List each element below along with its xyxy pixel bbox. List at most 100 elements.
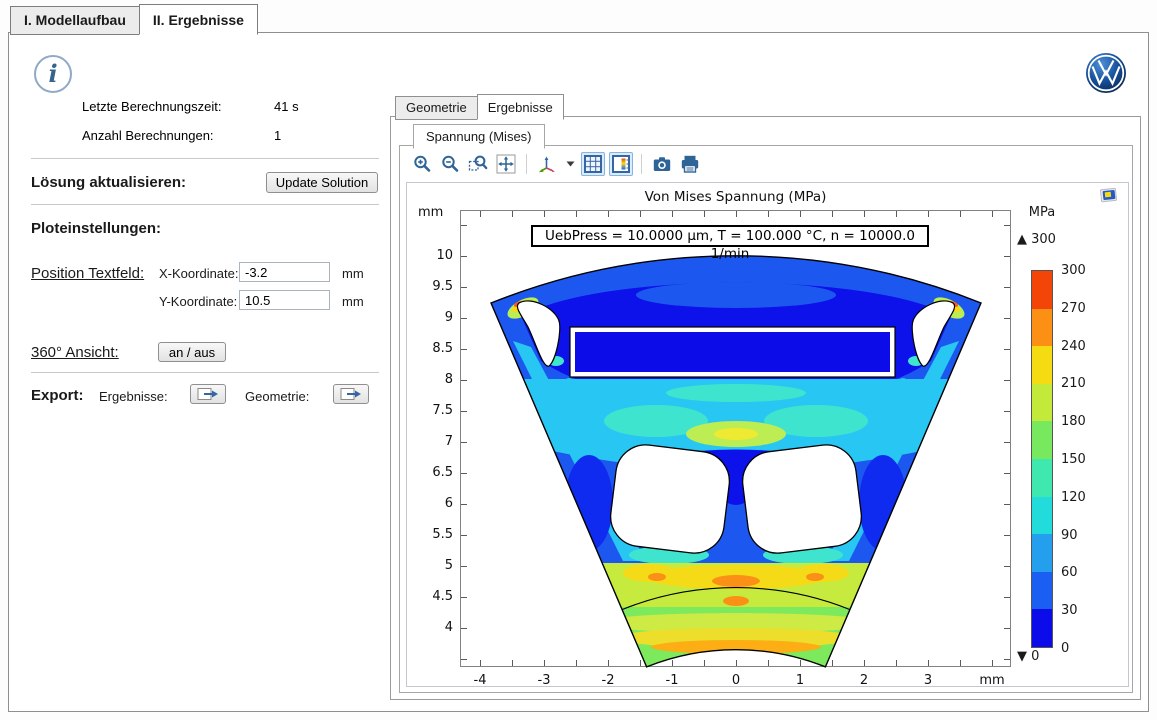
y-tick	[1004, 411, 1010, 412]
grid-toggle-button[interactable]	[581, 152, 605, 176]
x-tick	[736, 660, 737, 666]
view-orientation-button[interactable]	[535, 152, 559, 176]
update-solution-heading: Lösung aktualisieren:	[31, 174, 186, 191]
x-tick	[640, 660, 641, 666]
x-tick-label: -3	[524, 673, 564, 688]
x-tick	[960, 211, 961, 217]
vw-logo	[1084, 51, 1128, 95]
x-tick	[576, 660, 577, 666]
x-tick-label: -1	[652, 673, 692, 688]
grid-toggle-icon	[583, 154, 603, 174]
parameter-annotation: UebPress = 10.0000 μm, T = 100.000 °C, n…	[531, 225, 929, 247]
export-icon	[340, 387, 362, 401]
graphics-canvas[interactable]: Von Mises Spannung (MPa)	[406, 182, 1129, 687]
tab-geometrie[interactable]: Geometrie	[395, 96, 477, 120]
graphics-toolbar	[410, 151, 702, 177]
y-tick	[461, 504, 467, 505]
y-tick-label: 7.5	[409, 403, 453, 418]
update-solution-button[interactable]: Update Solution	[266, 172, 378, 193]
print-button[interactable]	[678, 152, 702, 176]
plot-title: Von Mises Spannung (MPa)	[460, 189, 1011, 205]
x-tick	[928, 660, 929, 666]
y-tick	[461, 318, 467, 319]
zoom-extents-button[interactable]	[494, 152, 518, 176]
separator	[31, 158, 379, 159]
y-tick	[461, 566, 467, 567]
y-coordinate-input[interactable]	[239, 290, 330, 310]
y-tick	[461, 628, 467, 629]
zoom-in-button[interactable]	[410, 152, 434, 176]
plot-window-icon[interactable]	[1100, 186, 1118, 204]
colorbar-gradient	[1031, 270, 1053, 648]
x-tick	[608, 660, 609, 666]
x-tick-label: 2	[844, 673, 884, 688]
x-tick	[864, 211, 865, 217]
y-tick	[1004, 597, 1010, 598]
plot-area[interactable]: UebPress = 10.0000 μm, T = 100.000 °C, n…	[460, 210, 1011, 667]
tab-spannung-mises[interactable]: Spannung (Mises)	[413, 124, 545, 149]
x-tick	[672, 660, 673, 666]
camera-icon	[652, 154, 672, 174]
x-tick	[832, 660, 833, 666]
snapshot-button[interactable]	[650, 152, 674, 176]
colorbar-tick-label: 270	[1061, 301, 1086, 316]
last-computation-label: Letzte Berechnungszeit:	[82, 99, 221, 114]
x-tick	[512, 660, 513, 666]
view-360-toggle-button[interactable]: an / aus	[158, 342, 226, 362]
toolbar-separator	[526, 154, 527, 174]
y-tick	[461, 659, 467, 660]
x-tick	[704, 211, 705, 217]
view-360-label: 360° Ansicht:	[31, 344, 119, 361]
export-geometry-button[interactable]	[333, 384, 369, 404]
y-tick-label: 6.5	[409, 465, 453, 480]
y-tick-label: 9	[409, 310, 453, 325]
x-tick	[576, 211, 577, 217]
y-tick	[461, 535, 467, 536]
last-computation-value: 41 s	[274, 99, 299, 114]
zoom-out-button[interactable]	[438, 152, 462, 176]
y-tick	[461, 256, 467, 257]
export-results-label: Ergebnisse:	[99, 389, 168, 404]
x-tick	[992, 660, 993, 666]
separator	[31, 372, 379, 373]
dropdown-caret-icon	[566, 161, 575, 167]
legend-toggle-button[interactable]	[609, 152, 633, 176]
export-results-button[interactable]	[190, 384, 226, 404]
colorbar-tick-label: 30	[1061, 603, 1078, 618]
x-tick	[640, 211, 641, 217]
y-tick	[461, 442, 467, 443]
x-tick-label: 3	[908, 673, 948, 688]
colorbar-tick-label: 240	[1061, 339, 1086, 354]
view-orientation-dropdown[interactable]	[563, 152, 577, 176]
y-tick-label: 6	[409, 496, 453, 511]
colorbar-tick-label: 300	[1061, 263, 1086, 278]
x-tick	[896, 660, 897, 666]
x-coordinate-unit: mm	[342, 266, 364, 281]
zoom-box-button[interactable]	[466, 152, 490, 176]
y-tick	[1004, 287, 1010, 288]
y-tick-label: 5	[409, 558, 453, 573]
tab-ergebnisse[interactable]: II. Ergebnisse	[139, 4, 258, 35]
y-coordinate-unit: mm	[342, 294, 364, 309]
colorbar-scale: 3002702402101801501209060300	[1061, 270, 1101, 648]
colorbar-tick-label: 90	[1061, 528, 1078, 543]
zoom-in-icon	[412, 154, 432, 174]
x-axis-unit: mm	[972, 673, 1012, 688]
y-tick	[1004, 504, 1010, 505]
colorbar-max: ▲ 300	[1017, 232, 1056, 247]
y-tick	[1004, 473, 1010, 474]
tab-ergebnisse-inner[interactable]: Ergebnisse	[477, 94, 564, 120]
printer-icon	[680, 154, 700, 174]
colorbar-tick-label: 60	[1061, 565, 1078, 580]
results-tab-content: Spannung (Mises)	[390, 116, 1141, 700]
textfield-position-label: Position Textfeld:	[31, 265, 144, 282]
x-coordinate-input[interactable]	[239, 262, 330, 282]
x-tick	[704, 660, 705, 666]
x-tick	[768, 660, 769, 666]
tab-modellaufbau[interactable]: I. Modellaufbau	[10, 6, 139, 35]
results-tab-bar: Geometrie Ergebnisse	[395, 94, 564, 120]
y-tick	[1004, 659, 1010, 660]
spannung-tab-content: Spannung (Mises)	[399, 145, 1133, 693]
y-tick	[461, 597, 467, 598]
y-tick-label: 9.5	[409, 279, 453, 294]
